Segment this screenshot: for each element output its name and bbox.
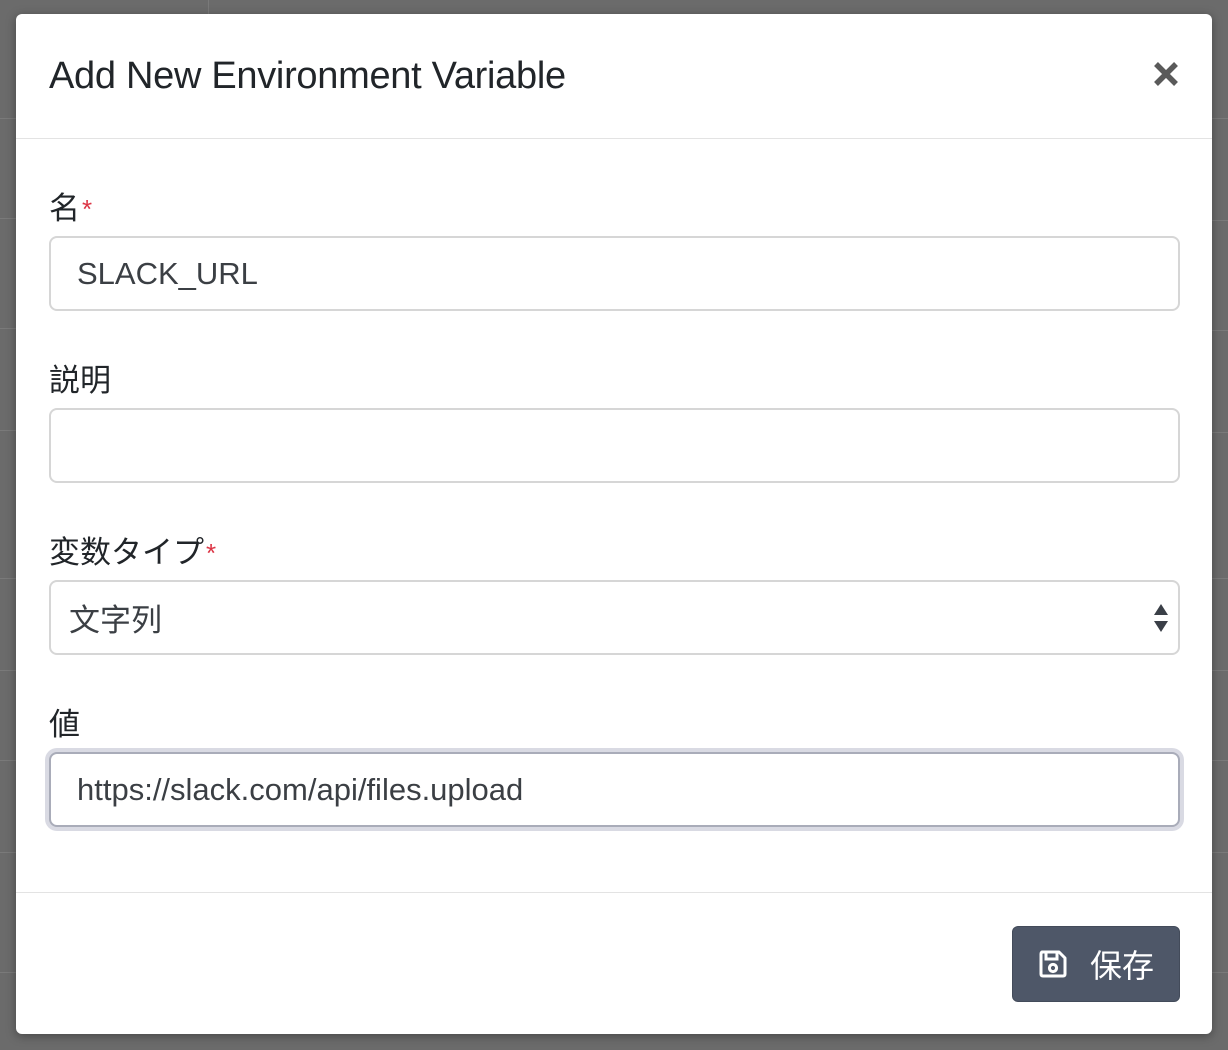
description-input[interactable] [49, 408, 1180, 483]
variable-type-select[interactable]: 文字列 [49, 580, 1180, 655]
save-button-label: 保存 [1089, 948, 1154, 984]
variable-type-selected-value: 文字列 [69, 603, 162, 638]
value-label: 値 [49, 707, 80, 742]
close-icon [1154, 62, 1178, 86]
name-label: 名* [49, 189, 92, 229]
close-button[interactable] [1146, 54, 1186, 94]
save-button[interactable]: 保存 [1012, 926, 1180, 1002]
name-label-text: 名 [49, 191, 80, 226]
dialog-header: Add New Environment Variable [16, 14, 1212, 139]
required-marker: * [82, 194, 93, 224]
dialog-title: Add New Environment Variable [49, 55, 566, 97]
value-input[interactable] [49, 752, 1180, 827]
variable-type-label-text: 変数タイプ [49, 535, 204, 570]
required-marker: * [206, 538, 217, 568]
variable-type-label: 変数タイプ* [49, 533, 216, 573]
dialog-footer: 保存 [16, 892, 1212, 1034]
name-input[interactable] [49, 236, 1180, 311]
description-label: 説明 [49, 363, 111, 398]
add-env-variable-dialog: Add New Environment Variable 名* 説明 変数タイプ… [16, 14, 1212, 1034]
select-arrows-icon [1154, 604, 1168, 632]
floppy-disk-icon [1039, 950, 1067, 978]
